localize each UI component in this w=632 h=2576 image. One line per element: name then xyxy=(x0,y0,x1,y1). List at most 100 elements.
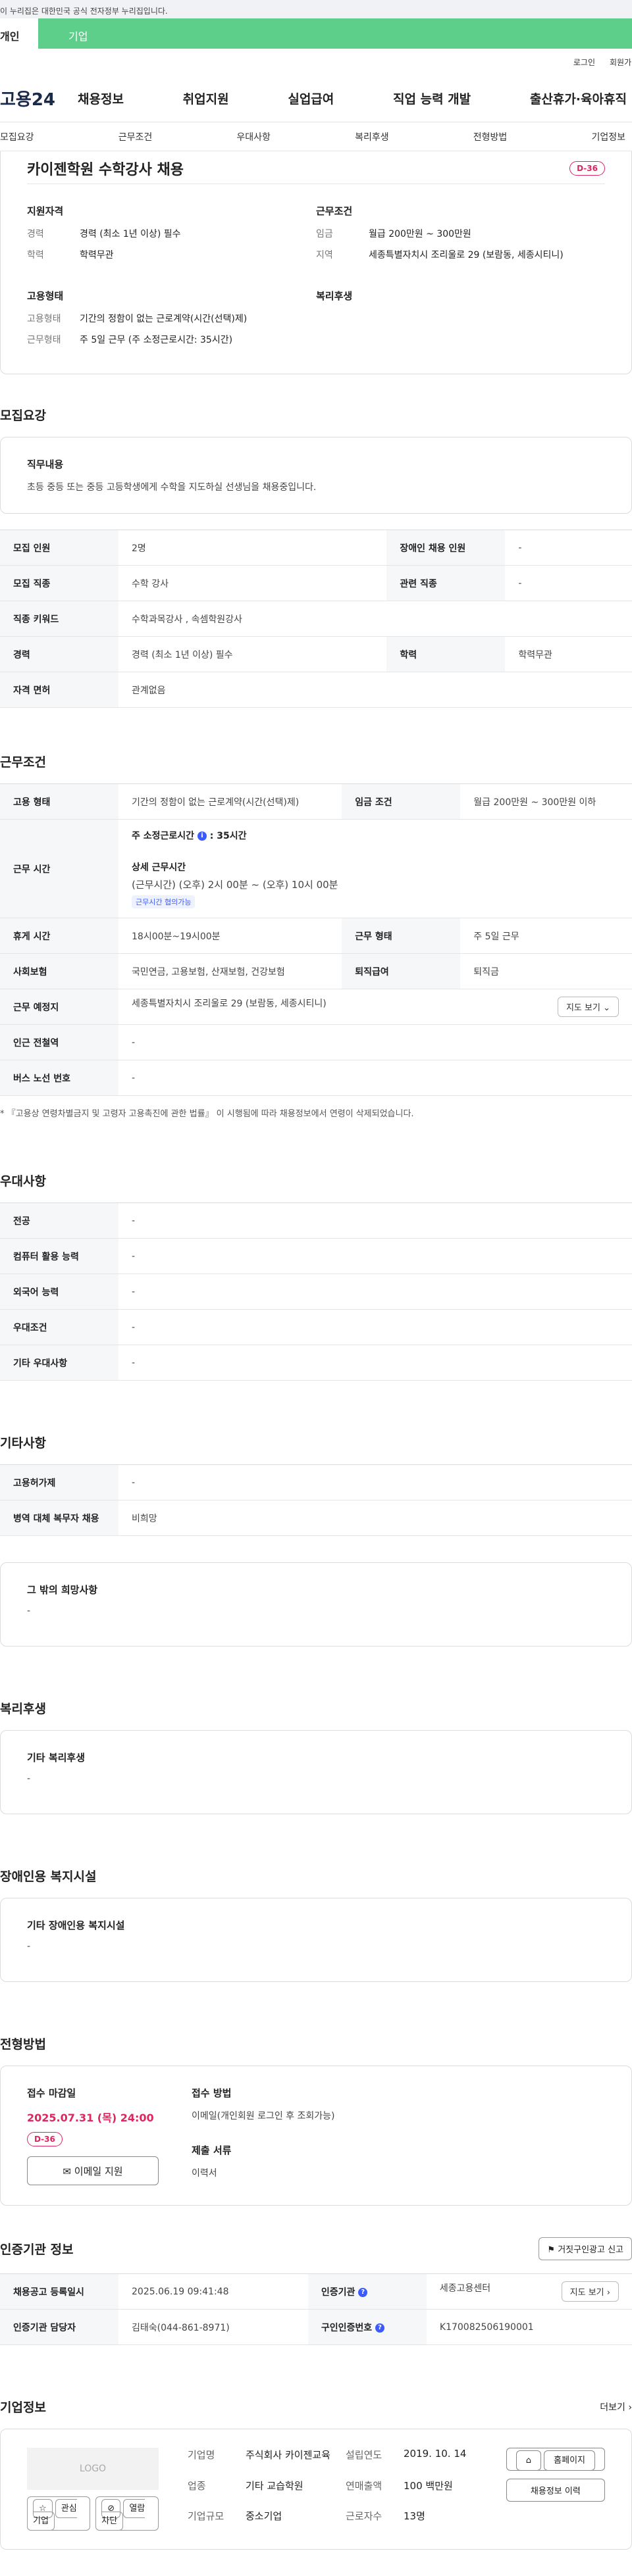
table-cell: 관계없음 xyxy=(118,672,632,708)
table-row: 채용공고 등록일시 2025.06.19 09:41:48 인증기관 ? 세종고용센터… xyxy=(0,2273,632,2310)
subnav-welfare[interactable]: 복리후생 xyxy=(355,130,389,143)
table-row: 경력 경력 (최소 1년 이상) 필수 학력 학력무관 xyxy=(0,636,632,672)
table-header: 임금 조건 xyxy=(342,783,461,820)
company-heading: 기업정보 xyxy=(0,2400,46,2415)
subnav-company[interactable]: 기업정보 xyxy=(591,130,625,143)
emp-key: 근무형태 xyxy=(27,335,61,345)
weekly-hours-value: : 35시간 xyxy=(209,831,247,841)
gnb-item-leave[interactable]: 출산휴가·육아휴직 xyxy=(525,89,632,107)
subnav-selection[interactable]: 전형방법 xyxy=(473,130,508,143)
docs-text: 이력서 xyxy=(192,2168,217,2179)
table-header: 모집 인원 xyxy=(0,530,118,566)
work-heading: 근무조건 xyxy=(0,755,46,770)
qual-key: 학력 xyxy=(27,250,44,260)
table-cell: 학력무관 xyxy=(505,636,632,672)
gnb-item-unemployment[interactable]: 실업급여 xyxy=(282,89,339,107)
gnb-item-support[interactable]: 취업지원 xyxy=(178,89,234,107)
subnav-preference[interactable]: 우대사항 xyxy=(236,130,271,143)
etc-box-heading: 그 밖의 희망사항 xyxy=(27,1584,98,1596)
table-row: 고용허가제 - xyxy=(0,1464,632,1500)
disabled-box-text: - xyxy=(27,1941,31,1952)
apply-heading: 전형방법 xyxy=(0,2037,46,2052)
agency-center-cell: 세종고용센터 지도 보기 › xyxy=(426,2273,632,2310)
table-cell: 수학과목강사 , 속셈학원강사 xyxy=(118,601,632,637)
subnav-conditions[interactable]: 근무조건 xyxy=(118,130,153,143)
tab-company[interactable]: 기업 xyxy=(38,18,632,49)
table-row: 근무 예정지 세종특별자치시 조리울로 29 (보람동, 세종시티니) 지도 보기 … xyxy=(0,989,632,1025)
table-header: 자격 면허 xyxy=(0,672,118,708)
global-nav: 고용24 채용정보 취업지원 실업급여 직업 능력 개발 출산휴가·육아휴직 xyxy=(0,75,632,122)
duty-text: 초등 중등 또는 중등 고등학생에게 수학을 지도하실 선생님을 채용중입니다. xyxy=(27,482,317,493)
tab-personal[interactable]: 개인 xyxy=(0,18,38,49)
welfare-box-heading: 기타 복리후생 xyxy=(27,1752,86,1764)
info-value: 13명 xyxy=(404,2510,425,2523)
table-header: 경력 xyxy=(0,636,118,672)
pref-table: 전공 - 컴퓨터 활용 능력 - 외국어 능력 - 우대조건 - 기타 우대사항 - xyxy=(0,1202,632,1381)
login-link[interactable]: 로그인 xyxy=(573,57,595,68)
table-cell: - xyxy=(505,565,632,601)
table-header: 기타 우대사항 xyxy=(0,1345,118,1381)
table-cell: - xyxy=(118,1309,632,1345)
work-time-cell: 주 소정근로시간 i : 35시간 상세 근무시간 (근무시간) (오후) 2시… xyxy=(118,819,632,918)
apply-box: 접수 마감일 2025.07.31 (목) 24:00 D-36 ✉ 이메일 지… xyxy=(0,2066,632,2206)
table-header: 구인인증번호 ? xyxy=(307,2309,427,2345)
info-key: 연매출액 xyxy=(346,2479,382,2492)
subnav-recruit[interactable]: 모집요강 xyxy=(0,130,34,143)
table-cell: 2명 xyxy=(118,530,387,566)
info-value: 2019. 10. 14 xyxy=(404,2448,467,2460)
info-key: 근로자수 xyxy=(346,2510,382,2523)
table-row: 인근 전철역 - xyxy=(0,1024,632,1060)
agency-map-button[interactable]: 지도 보기 › xyxy=(561,2281,619,2302)
table-header: 병역 대체 복무자 채용 xyxy=(0,1500,118,1536)
section-nav: 모집요강 근무조건 우대사항 복리후생 전형방법 기업정보 xyxy=(0,122,632,151)
info-key: 설립연도 xyxy=(346,2449,382,2461)
company-name: 주식회사 카이젠교육 xyxy=(246,2449,330,2461)
chevron-down-icon: ⌄ xyxy=(603,1003,610,1013)
time-detail-heading: 상세 근무시간 xyxy=(132,862,186,873)
chevron-right-icon: › xyxy=(628,2402,632,2413)
table-header: 사회보험 xyxy=(0,953,118,989)
info-icon[interactable]: i xyxy=(197,831,207,841)
table-cell: 비희망 xyxy=(118,1500,632,1536)
table-row: 자격 면허 관계없음 xyxy=(0,672,632,708)
emp-value: 주 5일 근무 (주 소정근로시간: 35시간) xyxy=(80,335,233,345)
company-header: 기업정보 더보기 › xyxy=(0,2398,632,2415)
homepage-button[interactable]: ⌂ 홈페이지 xyxy=(506,2448,605,2471)
table-row: 전공 - xyxy=(0,1202,632,1239)
table-cell: - xyxy=(118,1238,632,1274)
info-icon[interactable]: ? xyxy=(358,2287,368,2297)
map-button[interactable]: 지도 보기 ⌄ xyxy=(557,997,619,1017)
table-header: 인근 전철역 xyxy=(0,1024,118,1060)
qual-key: 경력 xyxy=(27,229,44,239)
etc-box: 그 밖의 희망사항 - xyxy=(0,1562,632,1647)
job-history-button[interactable]: 채용정보 이력 xyxy=(506,2479,605,2502)
gnb-item-jobs[interactable]: 채용정보 xyxy=(72,89,129,107)
signup-link[interactable]: 회원가입 xyxy=(610,57,632,68)
cond-heading: 근무조건 xyxy=(316,205,353,217)
duty-heading: 직무내용 xyxy=(27,458,64,470)
work-place-cell: 세종특별자치시 조리울로 29 (보람동, 세종시티니) 지도 보기 ⌄ xyxy=(118,989,632,1025)
table-header: 고용 형태 xyxy=(0,783,118,820)
fav-company-button[interactable]: ☆ 관심기업 xyxy=(27,2496,91,2531)
info-icon[interactable]: ? xyxy=(375,2323,385,2333)
table-row: 직종 키워드 수학과목강사 , 속셈학원강사 xyxy=(0,601,632,637)
report-false-ad-button[interactable]: ⚑ 거짓구인광고 신고 xyxy=(539,2237,632,2260)
qual-heading: 지원자격 xyxy=(27,205,64,217)
more-link[interactable]: 더보기 › xyxy=(600,2400,632,2414)
table-header: 버스 노선 번호 xyxy=(0,1060,118,1096)
table-header: 인증기관 담당자 xyxy=(0,2309,118,2345)
gov-banner: 이 누리집은 대한민국 공식 전자정부 누리집입니다. xyxy=(0,0,632,18)
emp-heading: 고용형태 xyxy=(27,290,64,302)
table-row: 사회보험 국민연금, 고용보험, 산재보험, 건강보험 퇴직급여 퇴직금 xyxy=(0,953,632,989)
deadline-heading: 접수 마감일 xyxy=(27,2087,76,2099)
table-row: 컴퓨터 활용 능력 - xyxy=(0,1238,632,1274)
site-logo[interactable]: 고용24 xyxy=(0,86,72,111)
method-text: 이메일(개인회원 로그인 후 조회가능) xyxy=(192,2111,335,2121)
table-cell: 국민연금, 고용보험, 산재보험, 건강보험 xyxy=(118,953,342,989)
email-apply-button[interactable]: ✉ 이메일 지원 xyxy=(27,2156,159,2185)
cond-key: 임금 xyxy=(316,229,333,239)
gnb-item-training[interactable]: 직업 능력 개발 xyxy=(388,89,476,107)
table-header: 직종 키워드 xyxy=(0,601,118,637)
block-view-button[interactable]: ⊘ 열람차단 xyxy=(95,2496,159,2531)
cond-value: 세종특별자치시 조리울로 29 (보람동, 세종시티니) xyxy=(369,250,564,260)
